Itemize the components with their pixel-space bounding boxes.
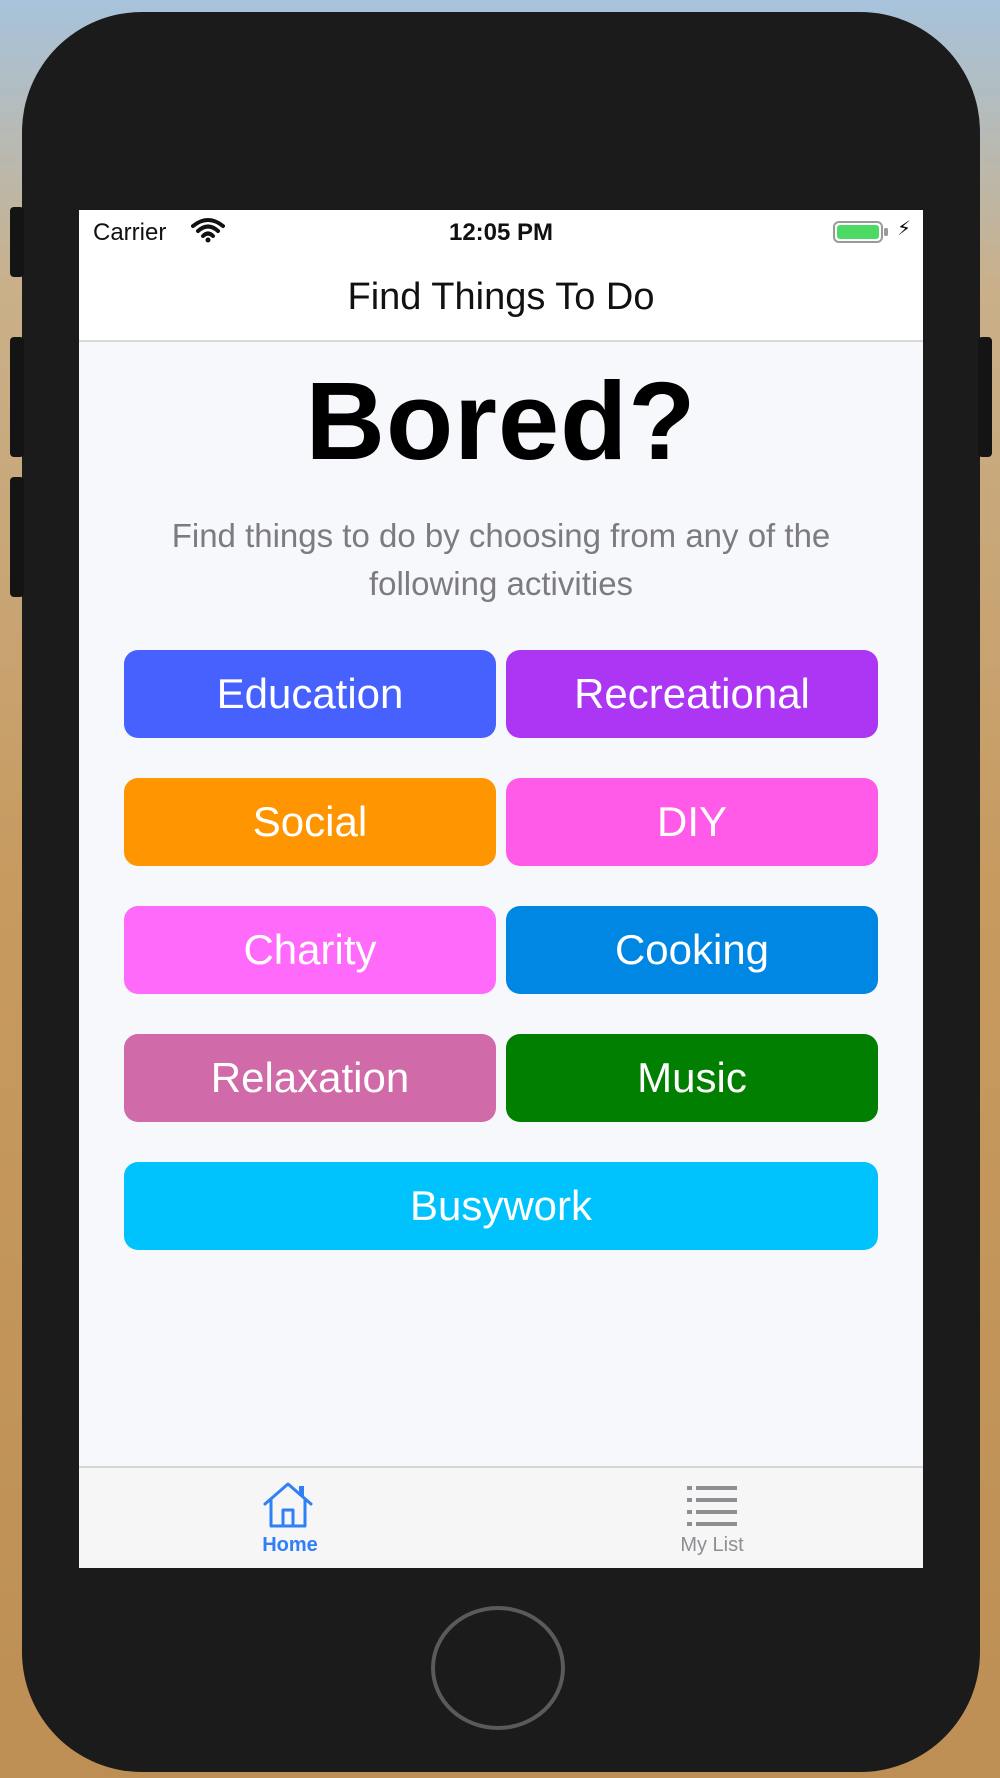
music-button[interactable]: Music [506,1034,878,1122]
tab-my-list-label: My List [680,1534,744,1556]
cooking-button[interactable]: Cooking [506,906,878,994]
tab-bar: Home My List [79,1466,923,1568]
busywork-button[interactable]: Busywork [124,1162,878,1250]
tab-my-list[interactable]: My List [501,1468,923,1568]
navigation-bar: Find Things To Do [79,256,923,342]
status-time: 12:05 PM [448,219,554,246]
social-button[interactable]: Social [124,778,496,866]
recreational-button[interactable]: Recreational [506,650,878,738]
diy-button[interactable]: DIY [506,778,878,866]
list-icon [687,1486,737,1526]
charity-button[interactable]: Charity [124,906,496,994]
app-screen: Carrier 12:05 PM ⚡ Find Things To Do Bor… [79,210,923,1568]
nav-title: Find Things To Do [347,276,655,318]
volume-down-button [10,477,24,597]
charging-bolt-icon: ⚡ [897,218,912,240]
volume-up-button [10,337,24,457]
home-hardware-button[interactable] [431,1606,565,1730]
home-icon [263,1482,313,1528]
power-button [978,337,992,457]
relaxation-button[interactable]: Relaxation [124,1034,496,1122]
category-grid: Education Recreational Social DIY Charit… [124,650,878,1250]
education-button[interactable]: Education [124,650,496,738]
page-description: Find things to do by choosing from any o… [171,517,831,602]
status-bar: Carrier 12:05 PM ⚡ [79,210,923,256]
tab-home-label: Home [262,1534,318,1556]
battery-charging-icon [833,221,888,243]
page-headline: Bored? [305,360,697,483]
mute-switch [10,207,24,277]
tab-home[interactable]: Home [79,1468,501,1568]
